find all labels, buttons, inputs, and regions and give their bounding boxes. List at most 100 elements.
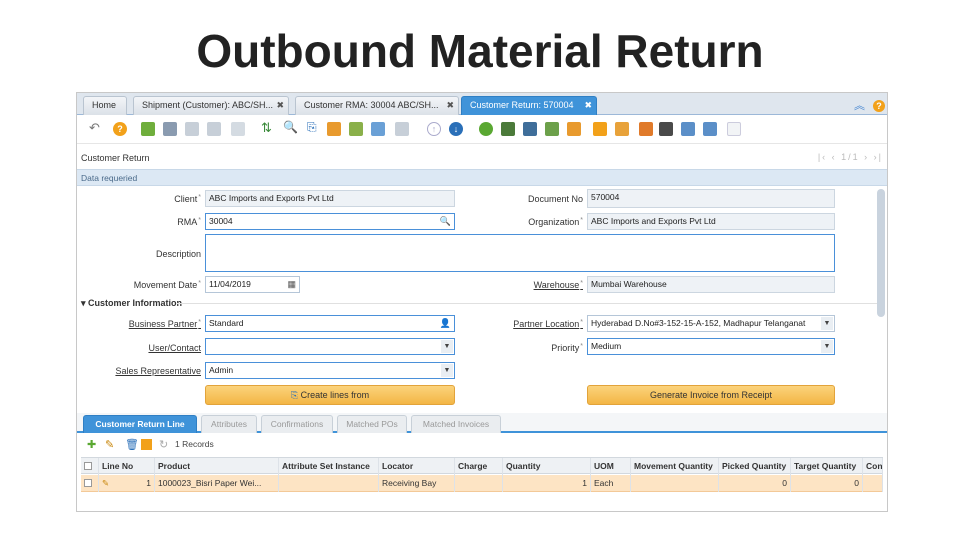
undo-icon[interactable]: ↶ — [89, 120, 103, 135]
partner-location-label[interactable]: Partner Location* — [477, 319, 583, 329]
cell-picked-quantity[interactable]: 0 — [719, 475, 791, 492]
parent-record-icon[interactable]: ↑ — [427, 122, 441, 136]
request-icon[interactable] — [615, 122, 629, 136]
calendar-icon[interactable]: ▦ — [287, 277, 296, 292]
cell-con[interactable] — [863, 475, 883, 492]
customize-icon[interactable] — [659, 122, 673, 136]
column-header[interactable]: Con — [863, 458, 883, 475]
description-field[interactable] — [205, 234, 835, 272]
tab-confirmations[interactable]: Confirmations — [261, 415, 333, 433]
export-icon[interactable] — [681, 122, 695, 136]
client-field[interactable]: ABC Imports and Exports Pvt Ltd — [205, 190, 455, 207]
refresh-list-icon[interactable] — [231, 122, 245, 136]
chevron-down-icon[interactable]: ▼ — [441, 340, 453, 353]
detail-record-icon[interactable]: ↓ — [449, 122, 463, 136]
column-header[interactable]: Locator — [379, 458, 455, 475]
user-contact-label[interactable]: User/Contact — [77, 343, 201, 353]
partner-location-field[interactable]: Hyderabad D.No#3-152-15-A-152, Madhapur … — [587, 315, 835, 332]
cell-locator[interactable]: Receiving Bay — [379, 475, 455, 492]
refresh-icon[interactable]: ↻ — [159, 438, 168, 451]
settings-icon[interactable] — [395, 122, 409, 136]
copy-record-icon[interactable] — [163, 122, 177, 136]
cell-quantity[interactable]: 1 — [503, 475, 591, 492]
lock-icon[interactable] — [727, 122, 741, 136]
sales-rep-field[interactable]: Admin ▼ — [205, 362, 455, 379]
column-header[interactable]: Picked Quantity — [719, 458, 791, 475]
scrollbar[interactable] — [877, 189, 885, 317]
table-row[interactable]: ✎ 1 1000023_Bisri Paper Wei... Receiving … — [81, 475, 883, 492]
business-partner-label[interactable]: Business Partner* — [77, 319, 201, 329]
tab-matched-invoices[interactable]: Matched Invoices — [411, 415, 501, 433]
cell-charge[interactable] — [455, 475, 503, 492]
tab-customer-return[interactable]: Customer Return: 570004 ✖ — [461, 96, 597, 115]
cell-product[interactable]: 1000023_Bisri Paper Wei... — [155, 475, 279, 492]
user-contact-field[interactable]: ▼ — [205, 338, 455, 355]
attachment-icon[interactable]: ⎘ — [307, 120, 321, 134]
sales-rep-label[interactable]: Sales Representative — [77, 366, 201, 376]
save-icon[interactable] — [141, 439, 152, 450]
tab-attributes[interactable]: Attributes — [201, 415, 257, 433]
save-icon[interactable] — [207, 122, 221, 136]
help-icon[interactable]: ? — [113, 122, 127, 136]
cell-target-quantity[interactable]: 0 — [791, 475, 863, 492]
cell-movement-quantity[interactable] — [631, 475, 719, 492]
chat-icon[interactable] — [327, 122, 341, 136]
grid-toggle-icon[interactable] — [371, 122, 385, 136]
record-navigation[interactable]: |‹ ‹ 1/1 › ›| — [818, 152, 883, 162]
cell-uom[interactable]: Each — [591, 475, 631, 492]
column-header[interactable]: UOM — [591, 458, 631, 475]
column-header[interactable]: Target Quantity — [791, 458, 863, 475]
row-checkbox[interactable] — [84, 479, 92, 487]
print-icon[interactable] — [523, 122, 537, 136]
new-record-icon[interactable] — [141, 122, 155, 136]
workflow-icon[interactable] — [593, 122, 607, 136]
search-icon[interactable]: 🔍 — [283, 120, 298, 134]
report-icon[interactable] — [479, 122, 493, 136]
archive-icon[interactable] — [501, 122, 515, 136]
create-lines-button[interactable]: ⎘ Create lines from — [205, 385, 455, 405]
search-icon[interactable]: 🔍 — [440, 214, 451, 229]
zoom-across-icon[interactable] — [567, 122, 581, 136]
tab-customer-return-line[interactable]: Customer Return Line — [83, 415, 197, 433]
delete-icon[interactable] — [185, 122, 199, 136]
help-icon[interactable]: ? — [873, 100, 885, 112]
product-info-icon[interactable] — [545, 122, 559, 136]
organization-field[interactable]: ABC Imports and Exports Pvt Ltd — [587, 213, 835, 230]
close-icon[interactable]: ✖ — [446, 97, 454, 114]
tab-shipment[interactable]: Shipment (Customer): ABC/SH... ✖ — [133, 96, 289, 115]
column-header[interactable]: Charge — [455, 458, 503, 475]
cell-attribute-set[interactable] — [279, 475, 379, 492]
column-header[interactable]: Attribute Set Instance — [279, 458, 379, 475]
chevron-down-icon[interactable]: ▼ — [821, 340, 833, 353]
close-icon[interactable]: ✖ — [276, 97, 284, 114]
column-header[interactable]: Movement Quantity — [631, 458, 719, 475]
chevron-down-icon[interactable]: ▼ — [821, 317, 833, 330]
tab-home[interactable]: Home — [83, 96, 127, 115]
refresh-icon[interactable]: ⇅ — [261, 120, 275, 135]
tab-matched-pos[interactable]: Matched POs — [337, 415, 407, 433]
generate-invoice-button[interactable]: Generate Invoice from Receipt — [587, 385, 835, 405]
new-line-icon[interactable]: ✚ — [87, 438, 96, 451]
chevron-down-icon[interactable]: ▼ — [441, 364, 453, 377]
priority-field[interactable]: Medium ▼ — [587, 338, 835, 355]
column-header[interactable]: Product — [155, 458, 279, 475]
delete-icon[interactable]: 🗑 — [125, 438, 139, 451]
column-header[interactable]: Quantity — [503, 458, 591, 475]
history-icon[interactable] — [349, 122, 363, 136]
warehouse-field[interactable]: Mumbai Warehouse — [587, 276, 835, 293]
warehouse-label[interactable]: Warehouse* — [477, 280, 583, 290]
import-icon[interactable] — [703, 122, 717, 136]
user-icon[interactable]: 👤 — [440, 316, 451, 331]
process-icon[interactable] — [639, 122, 653, 136]
business-partner-field[interactable]: Standard 👤 — [205, 315, 455, 332]
edit-icon[interactable]: ✎ — [105, 438, 114, 451]
movement-date-field[interactable]: 11/04/2019 ▦ — [205, 276, 300, 293]
collapse-icon[interactable]: ︽ — [854, 100, 865, 112]
tab-customer-rma[interactable]: Customer RMA: 30004 ABC/SH... ✖ — [295, 96, 459, 115]
document-no-field[interactable]: 570004 — [587, 189, 835, 208]
rma-field[interactable]: 30004 🔍 — [205, 213, 455, 230]
select-all-checkbox[interactable] — [84, 462, 92, 470]
column-header[interactable]: Line No — [99, 458, 155, 475]
edit-row-icon[interactable]: ✎ — [102, 475, 109, 491]
close-icon[interactable]: ✖ — [584, 97, 592, 114]
